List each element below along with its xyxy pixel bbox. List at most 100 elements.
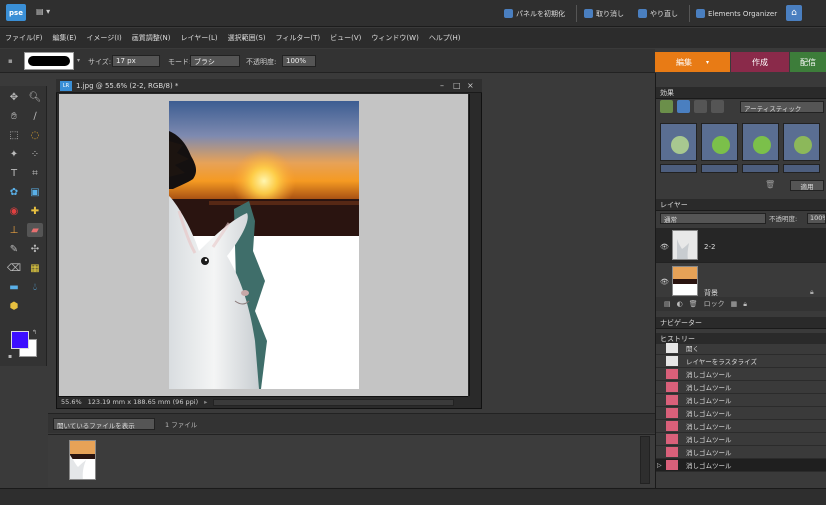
bin-show-select[interactable]: 開いているファイルを表示 <box>53 418 155 430</box>
crop-tool-icon[interactable]: ⌗ <box>27 166 43 180</box>
zoom-tool-icon[interactable]: 🔍︎ <box>27 90 43 104</box>
size-field[interactable]: 17 px <box>112 55 160 67</box>
paint-bucket-tool-icon[interactable]: ⌫ <box>6 261 22 275</box>
view-menu-icon[interactable]: ▤ ▾ <box>36 7 56 20</box>
tool-preset-icon[interactable]: ▪ <box>8 57 13 65</box>
status-menu-icon[interactable]: ▸ <box>204 398 207 406</box>
menu-select[interactable]: 選択範囲(S) <box>223 33 271 43</box>
organizer-button[interactable]: Elements Organizer <box>696 7 777 20</box>
move-tool-icon[interactable]: ✥ <box>6 90 22 104</box>
menu-help[interactable]: ヘルプ(H) <box>424 33 466 43</box>
menu-layer[interactable]: レイヤー(L) <box>175 33 222 43</box>
effect-thumbnail[interactable] <box>783 123 820 161</box>
marquee-tool-icon[interactable]: ⬚ <box>6 128 22 142</box>
show-all-icon[interactable] <box>711 100 724 113</box>
layers-panel-header[interactable]: レイヤー <box>656 199 826 211</box>
cookie-cutter-tool-icon[interactable]: ✿ <box>6 185 22 199</box>
type-tool-icon[interactable]: T <box>6 166 22 180</box>
default-colors-icon[interactable]: ▪ <box>8 353 12 360</box>
layer-styles-icon[interactable] <box>677 100 690 113</box>
close-icon[interactable]: × <box>467 81 474 90</box>
effect-thumbnail[interactable] <box>783 164 820 173</box>
menu-filter[interactable]: フィルター(T) <box>271 33 326 43</box>
hand-tool-icon[interactable]: ✋︎ <box>6 109 22 123</box>
redo-button[interactable]: やり直し <box>638 7 678 20</box>
effect-thumbnail[interactable] <box>701 164 738 173</box>
app-logo: pse <box>6 4 26 21</box>
quick-selection-tool-icon[interactable]: ⁘ <box>27 147 43 161</box>
eye-icon[interactable]: 👁︎ <box>660 278 669 286</box>
effects-apply-button[interactable]: 適用 <box>790 180 824 191</box>
layer-opacity-field[interactable]: 100% <box>807 213 826 224</box>
eraser-tool-icon[interactable]: ▰ <box>27 223 43 237</box>
maximize-icon[interactable]: □ <box>453 81 461 90</box>
canvas-image[interactable] <box>169 101 359 389</box>
blur-tool-icon[interactable]: 💧︎ <box>27 280 43 294</box>
delete-layer-icon[interactable]: 🗑︎ <box>689 300 698 308</box>
clone-stamp-tool-icon[interactable]: ⊥ <box>6 223 22 237</box>
history-item[interactable]: 消しゴムツール <box>656 381 826 394</box>
vertical-scrollbar[interactable] <box>469 94 480 396</box>
menu-view[interactable]: ビュー(V) <box>325 33 366 43</box>
bin-scrollbar[interactable] <box>640 436 650 484</box>
photo-effects-icon[interactable] <box>694 100 707 113</box>
lock-all-icon[interactable]: 🔒︎ <box>743 300 747 309</box>
tab-share[interactable]: 配信 <box>790 52 826 72</box>
smart-brush-tool-icon[interactable]: ✣ <box>27 242 43 256</box>
adjustment-layer-icon[interactable]: ◐ <box>677 300 683 308</box>
horizontal-scrollbar[interactable] <box>213 398 454 406</box>
eyedropper-tool-icon[interactable]: ∕ <box>27 109 43 123</box>
home-icon[interactable]: ⌂ <box>786 5 802 21</box>
shape-tool-icon[interactable]: ▬ <box>6 280 22 294</box>
lasso-tool-icon[interactable]: ◌ <box>27 128 43 142</box>
history-item-current[interactable]: 消しゴムツール <box>656 459 826 472</box>
new-layer-icon[interactable]: ▤ <box>664 300 671 308</box>
mode-select[interactable]: ブラシ <box>190 55 240 67</box>
minimize-icon[interactable]: – <box>440 81 444 90</box>
opacity-field[interactable]: 100% <box>282 55 316 67</box>
swap-colors-icon[interactable]: ↰ <box>32 329 37 336</box>
menu-window[interactable]: ウィンドウ(W) <box>366 33 423 43</box>
brush-tool-icon[interactable]: ✎ <box>6 242 22 256</box>
bin-thumbnail[interactable] <box>69 440 96 480</box>
history-item[interactable]: 消しゴムツール <box>656 420 826 433</box>
history-item[interactable]: 消しゴムツール <box>656 446 826 459</box>
straighten-tool-icon[interactable]: ▣ <box>27 185 43 199</box>
panel-reset-button[interactable]: パネルを初期化 <box>504 7 565 20</box>
zoom-readout[interactable]: 55.6% <box>61 398 82 406</box>
menu-enhance[interactable]: 画質調整(N) <box>127 33 176 43</box>
current-state-marker-icon: ▷ <box>657 462 662 469</box>
effect-thumbnail[interactable] <box>742 164 779 173</box>
effect-thumbnail[interactable] <box>660 123 697 161</box>
history-item[interactable]: 開く <box>656 342 826 355</box>
navigator-panel-header[interactable]: ナビゲーター <box>656 317 826 329</box>
healing-brush-tool-icon[interactable]: ✚ <box>27 204 43 218</box>
effects-filter-select[interactable]: アーティスティック <box>740 101 824 113</box>
effect-thumbnail[interactable] <box>742 123 779 161</box>
filters-icon[interactable] <box>660 100 673 113</box>
tab-create[interactable]: 作成 <box>731 52 789 72</box>
chevron-down-icon[interactable]: ▾ <box>77 57 80 64</box>
history-item[interactable]: 消しゴムツール <box>656 394 826 407</box>
lock-transparency-icon[interactable]: ▦ <box>731 300 738 308</box>
menu-file[interactable]: ファイル(F) <box>0 33 48 43</box>
history-item[interactable]: 消しゴムツール <box>656 368 826 381</box>
menu-edit[interactable]: 編集(E) <box>48 33 82 43</box>
eye-icon[interactable]: 👁︎ <box>660 243 669 251</box>
effect-thumbnail[interactable] <box>660 164 697 173</box>
history-item[interactable]: 消しゴムツール <box>656 433 826 446</box>
menu-image[interactable]: イメージ(I) <box>81 33 126 43</box>
sponge-tool-icon[interactable]: ⬢ <box>6 299 22 313</box>
gradient-tool-icon[interactable]: ▦ <box>27 261 43 275</box>
trash-icon[interactable]: 🗑︎ <box>765 180 775 189</box>
tab-edit[interactable]: 編集 ▾ <box>655 52 730 72</box>
foreground-color-swatch[interactable] <box>11 331 29 349</box>
effect-thumbnail[interactable] <box>701 123 738 161</box>
effects-panel-header[interactable]: 効果 <box>656 87 826 99</box>
red-eye-tool-icon[interactable]: ◉ <box>6 204 22 218</box>
magic-wand-tool-icon[interactable]: ✦ <box>6 147 22 161</box>
blend-mode-select[interactable]: 通常 <box>660 213 766 224</box>
undo-button[interactable]: 取り消し <box>584 7 624 20</box>
history-item[interactable]: 消しゴムツール <box>656 407 826 420</box>
history-item[interactable]: レイヤーをラスタライズ <box>656 355 826 368</box>
